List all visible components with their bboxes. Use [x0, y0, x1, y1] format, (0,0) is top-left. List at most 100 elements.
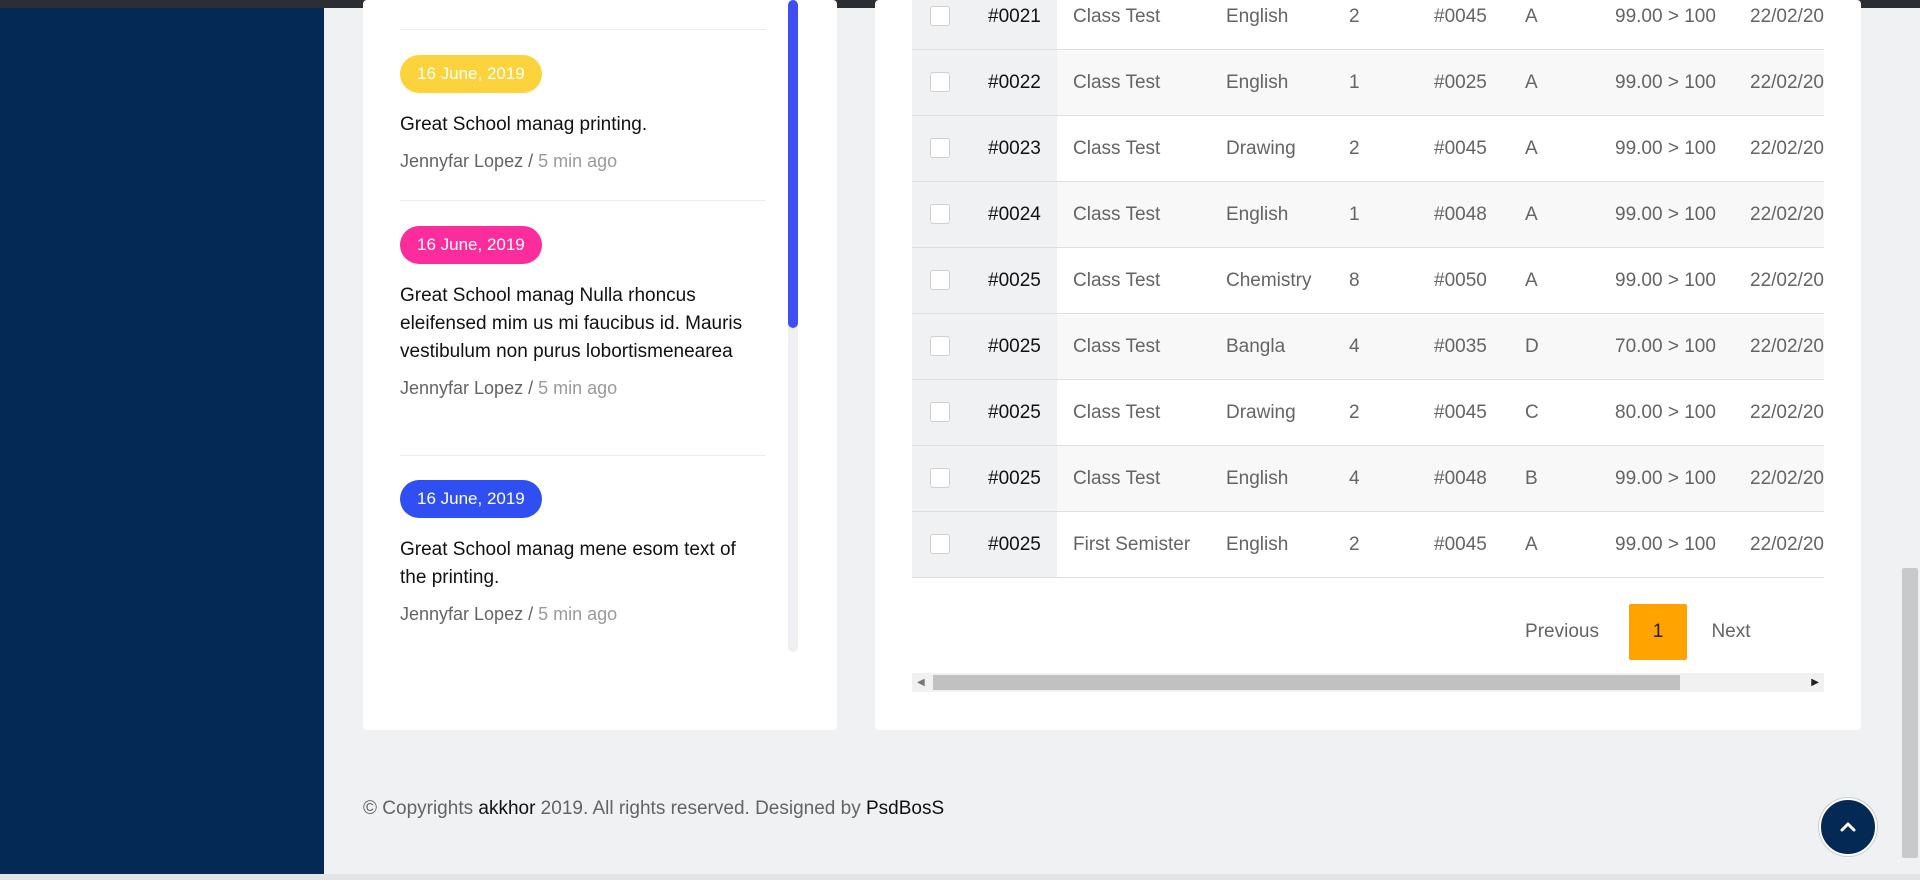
cell-roll: #0045	[1418, 511, 1509, 578]
cell-class: 2	[1333, 511, 1418, 578]
table-row[interactable]: #0025 Class Test Drawing 2 #0045 C 80.00 > 100…	[912, 379, 1824, 446]
cell-exam: Class Test	[1057, 379, 1210, 446]
table-row[interactable]: #0022 Class Test English 1 #0025 A 99.00 > 100…	[912, 49, 1824, 116]
cell-id: #0022	[972, 49, 1057, 116]
row-select-cell	[912, 49, 972, 116]
table-row[interactable]: #0025 First Semister English 2 #0045 A 99.00 >…	[912, 511, 1824, 578]
cell-percent: 99.00 > 100	[1599, 445, 1734, 512]
chevron-up-icon	[1840, 822, 1856, 832]
cell-id: #0024	[972, 181, 1057, 248]
row-checkbox[interactable]	[930, 6, 950, 27]
cell-grade: A	[1509, 0, 1599, 50]
page-1-button[interactable]: 1	[1629, 604, 1687, 660]
table-horizontal-scrollbar[interactable]: ◀ ▶	[912, 673, 1824, 692]
row-checkbox[interactable]	[930, 204, 950, 225]
horizontal-scrollbar-thumb[interactable]	[933, 675, 1680, 690]
cell-percent: 99.00 > 100	[1599, 247, 1734, 314]
cell-id: #0025	[972, 445, 1057, 512]
row-checkbox[interactable]	[930, 270, 950, 291]
cell-class: 2	[1333, 379, 1418, 446]
cell-class: 4	[1333, 313, 1418, 380]
row-select-cell	[912, 247, 972, 314]
notice-time: 5 min ago	[538, 151, 618, 171]
cell-percent: 70.00 > 100	[1599, 313, 1734, 380]
row-checkbox[interactable]	[930, 534, 950, 555]
cell-grade: B	[1509, 445, 1599, 512]
cell-exam: Class Test	[1057, 445, 1210, 512]
cell-id: #0023	[972, 115, 1057, 182]
row-select-cell	[912, 379, 972, 446]
cell-exam: Class Test	[1057, 181, 1210, 248]
cell-roll: #0035	[1418, 313, 1509, 380]
notice-title[interactable]: Great School manag Nulla rhoncus eleifen…	[400, 282, 766, 366]
triangle-right-icon[interactable]: ▶	[1811, 677, 1819, 688]
notice-date-badge: 16 June, 2019	[400, 55, 542, 93]
divider	[400, 200, 766, 201]
cell-subject: English	[1210, 445, 1333, 512]
notice-author: Jennyfar Lopez /	[400, 378, 534, 398]
notice-scrollbar-thumb[interactable]	[788, 0, 798, 328]
cell-date: 22/02/2019	[1734, 445, 1824, 512]
next-page-button[interactable]: Next	[1693, 604, 1769, 660]
row-select-cell	[912, 313, 972, 380]
cell-subject: Bangla	[1210, 313, 1333, 380]
cell-subject: English	[1210, 181, 1333, 248]
table-row[interactable]: #0023 Class Test Drawing 2 #0045 A 99.00 > 100…	[912, 115, 1824, 182]
cell-date: 22/02/2019	[1734, 511, 1824, 578]
row-checkbox[interactable]	[930, 138, 950, 159]
table-row[interactable]: #0025 Class Test English 4 #0048 B 99.00 > 100…	[912, 445, 1824, 512]
notice-author: Jennyfar Lopez /	[400, 604, 534, 624]
row-checkbox[interactable]	[930, 72, 950, 93]
sidebar	[0, 8, 324, 874]
cell-id: #0025	[972, 379, 1057, 446]
cell-date: 22/02/2019	[1734, 379, 1824, 446]
row-checkbox[interactable]	[930, 336, 950, 357]
cell-exam: Class Test	[1057, 49, 1210, 116]
cell-id: #0025	[972, 247, 1057, 314]
notice-time: 5 min ago	[538, 378, 618, 398]
cell-id: #0021	[972, 0, 1057, 50]
cell-percent: 99.00 > 100	[1599, 115, 1734, 182]
cell-subject: English	[1210, 511, 1333, 578]
divider	[400, 455, 766, 456]
cell-grade: A	[1509, 181, 1599, 248]
row-checkbox[interactable]	[930, 468, 950, 489]
cell-grade: A	[1509, 115, 1599, 182]
row-select-cell	[912, 511, 972, 578]
notice-board-card: 16 June, 2019 Great School manag printin…	[363, 0, 837, 730]
copyright-prefix: © Copyrights	[363, 798, 479, 819]
cell-roll: #0045	[1418, 0, 1509, 50]
row-checkbox[interactable]	[930, 402, 950, 423]
triangle-left-icon[interactable]: ◀	[917, 677, 925, 688]
brand-link[interactable]: akkhor	[478, 798, 535, 819]
notice-title[interactable]: Great School manag printing.	[400, 111, 766, 139]
cell-id: #0025	[972, 511, 1057, 578]
footer-copyright: © Copyrights akkhor 2019. All rights res…	[363, 798, 944, 820]
cell-class: 2	[1333, 115, 1418, 182]
cell-percent: 80.00 > 100	[1599, 379, 1734, 446]
cell-class: 1	[1333, 49, 1418, 116]
cell-id: #0025	[972, 313, 1057, 380]
notice-title[interactable]: Great School manag mene esom text of the…	[400, 536, 766, 592]
designer-link[interactable]: PsdBosS	[866, 798, 944, 819]
table-row[interactable]: #0021 Class Test English 2 #0045 A 99.00 > 100…	[912, 0, 1824, 50]
table-row[interactable]: #0025 Class Test Bangla 4 #0035 D 70.00 > 100 2…	[912, 313, 1824, 380]
notice-item: 16 June, 2019 Great School manag mene es…	[400, 480, 766, 625]
page-scrollbar-thumb[interactable]	[1902, 568, 1918, 858]
cell-date: 22/02/2019	[1734, 115, 1824, 182]
cell-roll: #0045	[1418, 379, 1509, 446]
scroll-to-top-button[interactable]	[1819, 798, 1877, 856]
exam-results-card: #0021 Class Test English 2 #0045 A 99.00 > 100…	[875, 0, 1861, 730]
cell-class: 4	[1333, 445, 1418, 512]
cell-date: 22/02/2019	[1734, 247, 1824, 314]
cell-percent: 99.00 > 100	[1599, 511, 1734, 578]
notice-item: 16 June, 2019 Great School manag Nulla r…	[400, 226, 766, 399]
cell-exam: Class Test	[1057, 115, 1210, 182]
table-row[interactable]: #0024 Class Test English 1 #0048 A 99.00 > 100…	[912, 181, 1824, 248]
table-row[interactable]: #0025 Class Test Chemistry 8 #0050 A 99.00 > 1…	[912, 247, 1824, 314]
previous-page-button[interactable]: Previous	[1512, 604, 1612, 660]
cell-class: 8	[1333, 247, 1418, 314]
notice-time: 5 min ago	[538, 604, 618, 624]
cell-grade: A	[1509, 247, 1599, 314]
cell-exam: Class Test	[1057, 247, 1210, 314]
